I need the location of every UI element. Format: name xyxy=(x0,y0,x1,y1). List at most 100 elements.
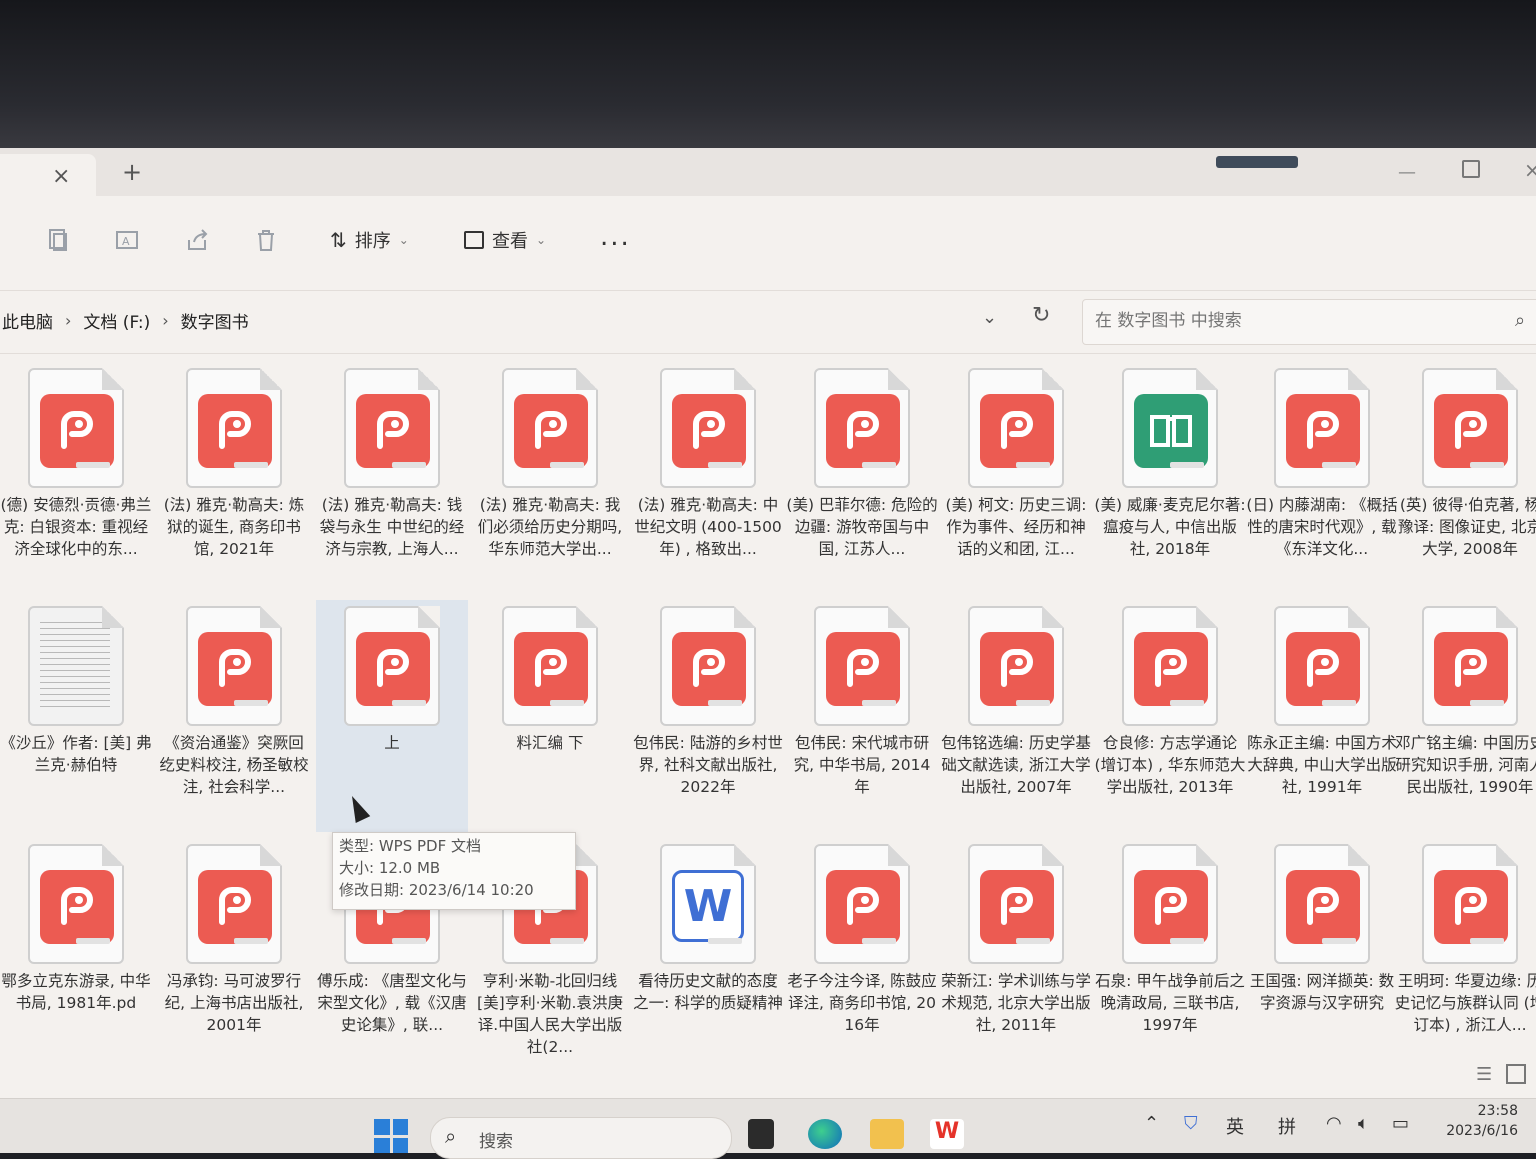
file-item[interactable]: 老子今注今译, 陈鼓应译注, 商务印书馆, 2016年 xyxy=(786,838,938,1070)
tab-current[interactable]: × xyxy=(0,154,96,196)
view-button[interactable]: 查看 ⌄ xyxy=(464,224,546,256)
file-item[interactable]: 包伟民: 宋代城市研究, 中华书局, 2014年 xyxy=(786,600,938,832)
file-name: 包伟民: 陆游的乡村世界, 社科文献出版社, 2022年 xyxy=(633,734,783,796)
sort-icon: ⇅ xyxy=(330,228,347,252)
chevron-right-icon[interactable]: › xyxy=(65,311,71,330)
system-clock[interactable]: 23:58 2023/6/16 xyxy=(1428,1101,1518,1141)
search-icon[interactable]: ⌕ xyxy=(1515,310,1525,331)
battery-icon[interactable]: ▭ xyxy=(1392,1113,1409,1134)
file-item[interactable]: (法) 雅克·勒高夫: 我们必须给历史分期吗, 华东师范大学出... xyxy=(474,362,626,594)
file-item[interactable]: (美) 巴菲尔德: 危险的边疆: 游牧帝国与中国, 江苏人... xyxy=(786,362,938,594)
file-item[interactable]: 包伟铭选编: 历史学基础文献选读, 浙江大学出版社, 2007年 xyxy=(940,600,1092,832)
taskbar-search[interactable]: ⌕ 搜索 xyxy=(430,1117,732,1159)
share-icon[interactable] xyxy=(184,226,212,254)
file-name: (德) 安德烈·贡德·弗兰克: 白银资本: 重视经济全球化中的东... xyxy=(0,496,152,558)
file-name: (法) 雅克·勒高夫: 中世纪文明 (400-1500年) , 格致出... xyxy=(634,496,782,558)
view-icon xyxy=(464,231,484,249)
address-history-chevron-icon[interactable]: ⌄ xyxy=(982,307,997,328)
new-tab-icon[interactable]: + xyxy=(122,158,142,186)
view-label: 查看 xyxy=(492,231,528,252)
file-item[interactable]: 荣新江: 学术训练与学术规范, 北京大学出版社, 2011年 xyxy=(940,838,1092,1070)
security-shield-icon[interactable]: ⛉ xyxy=(1184,1113,1198,1134)
tooltip-modified: 修改日期: 2023/6/14 10:20 xyxy=(339,881,534,899)
file-item[interactable]: (英) 彼得·伯克著, 杨豫译: 图像证史, 北京大学, 2008年 xyxy=(1394,362,1536,594)
file-name: 包伟铭选编: 历史学基础文献选读, 浙江大学出版社, 2007年 xyxy=(941,734,1091,796)
breadcrumb-this-pc[interactable]: 此电脑 xyxy=(0,308,55,333)
ime-language-indicator[interactable]: 英 xyxy=(1226,1113,1244,1139)
file-item[interactable]: 石泉: 甲午战争前后之晚清政局, 三联书店, 1997年 xyxy=(1094,838,1246,1070)
file-item[interactable]: (日) 内藤湖南: 《概括性的唐宋时代观》, 载《东洋文化... xyxy=(1246,362,1398,594)
pdf-icon xyxy=(1274,606,1370,726)
file-item[interactable]: 仓良修: 方志学通论 (增订本) , 华东师范大学出版社, 2013年 xyxy=(1094,600,1246,832)
file-item[interactable]: 陈永正主编: 中国方术大辞典, 中山大学出版社, 1991年 xyxy=(1246,600,1398,832)
chevron-right-icon[interactable]: › xyxy=(162,311,168,330)
delete-icon[interactable] xyxy=(252,226,280,254)
file-item[interactable]: (法) 雅克·勒高夫: 炼狱的诞生, 商务印书馆, 2021年 xyxy=(158,362,310,594)
file-item[interactable]: (美) 柯文: 历史三调: 作为事件、经历和神话的义和团, 江... xyxy=(940,362,1092,594)
task-view-icon[interactable] xyxy=(748,1119,774,1149)
edge-browser-icon[interactable] xyxy=(808,1119,842,1149)
file-item[interactable]: 《资治通鉴》突厥回纥史料校注, 杨圣敏校注, 社会科学... xyxy=(158,600,310,832)
tiles-view-icon[interactable] xyxy=(1506,1064,1526,1084)
file-name: 冯承钧: 马可波罗行纪, 上海书店出版社, 2001年 xyxy=(164,972,304,1034)
file-item[interactable]: 冯承钧: 马可波罗行纪, 上海书店出版社, 2001年 xyxy=(158,838,310,1070)
pdf-icon xyxy=(814,368,910,488)
file-name: (法) 雅克·勒高夫: 钱袋与永生 中世纪的经济与宗教, 上海人... xyxy=(319,496,465,558)
breadcrumb-current-folder[interactable]: 数字图书 xyxy=(179,308,251,333)
file-name: 《资治通鉴》突厥回纥史料校注, 杨圣敏校注, 社会科学... xyxy=(159,734,309,796)
file-item[interactable]: (美) 威廉·麦克尼尔著: 瘟疫与人, 中信出版社, 2018年 xyxy=(1094,362,1246,594)
file-name: (法) 雅克·勒高夫: 我们必须给历史分期吗, 华东师范大学出... xyxy=(477,496,623,558)
sort-button[interactable]: ⇅ 排序 ⌄ xyxy=(330,224,409,256)
file-item[interactable]: 上 xyxy=(316,600,468,832)
maximize-icon[interactable] xyxy=(1462,160,1480,178)
breadcrumb-drive-f[interactable]: 文档 (F:) xyxy=(81,308,152,333)
wps-office-icon[interactable]: W xyxy=(930,1119,964,1149)
file-item[interactable]: (德) 安德烈·贡德·弗兰克: 白银资本: 重视经济全球化中的东... xyxy=(0,362,152,594)
refresh-icon[interactable]: ↻ xyxy=(1032,303,1050,328)
file-item[interactable]: 王国强: 网洋撷英: 数字资源与汉字研究 xyxy=(1246,838,1398,1070)
file-name: (日) 内藤湖南: 《概括性的唐宋时代观》, 载《东洋文化... xyxy=(1246,496,1398,558)
wifi-icon[interactable]: ◠ xyxy=(1326,1113,1342,1134)
tooltip-type: 类型: WPS PDF 文档 xyxy=(339,837,481,855)
search-icon: ⌕ xyxy=(445,1124,457,1148)
search-box[interactable]: ⌕ xyxy=(1082,299,1536,345)
pdf-icon xyxy=(344,368,440,488)
file-item[interactable]: W 看待历史文献的态度之一: 科学的质疑精神 xyxy=(632,838,784,1070)
taskbar: ⌕ 搜索 W ⌃ ⛉ 英 拼 ◠ 🔈︎ ▭ 23:58 2023/6/16 xyxy=(0,1098,1536,1159)
copy-icon[interactable] xyxy=(44,226,72,254)
rename-icon[interactable]: A xyxy=(114,226,142,254)
start-button-windows-icon[interactable] xyxy=(374,1119,408,1153)
file-name: 看待历史文献的态度之一: 科学的质疑精神 xyxy=(633,972,783,1012)
file-name: 鄂多立克东游录, 中华书局, 1981年.pd xyxy=(1,972,151,1012)
file-item[interactable]: 料汇编 下 xyxy=(474,600,626,832)
close-window-icon[interactable]: × xyxy=(1524,158,1536,182)
ime-mode-indicator[interactable]: 拼 xyxy=(1278,1113,1296,1139)
file-name: 仓良修: 方志学通论 (增订本) , 华东师范大学出版社, 2013年 xyxy=(1094,734,1246,796)
file-name: 老子今注今译, 陈鼓应译注, 商务印书馆, 2016年 xyxy=(787,972,937,1034)
file-item[interactable]: 鄂多立克东游录, 中华书局, 1981年.pd xyxy=(0,838,152,1070)
file-explorer-icon[interactable] xyxy=(870,1119,904,1149)
details-view-icon[interactable]: ☰ xyxy=(1476,1064,1492,1085)
file-item[interactable]: 《沙丘》作者: [美] 弗兰克·赫伯特 xyxy=(0,600,152,832)
file-item[interactable]: 邓广铭主编: 中国历史研究知识手册, 河南人民出版社, 1990年 xyxy=(1394,600,1536,832)
pdf-icon xyxy=(1422,844,1518,964)
pdf-icon xyxy=(1422,368,1518,488)
file-item[interactable]: (法) 雅克·勒高夫: 中世纪文明 (400-1500年) , 格致出... xyxy=(632,362,784,594)
file-item[interactable]: 王明珂: 华夏边缘: 历史记忆与族群认同 (增订本) , 浙江人... xyxy=(1394,838,1536,1070)
svg-text:A: A xyxy=(122,235,130,248)
close-tab-icon[interactable]: × xyxy=(52,164,70,189)
show-hidden-icons-chevron-icon[interactable]: ⌃ xyxy=(1144,1113,1159,1134)
taskbar-search-label: 搜索 xyxy=(479,1132,513,1152)
pdf-icon xyxy=(502,606,598,726)
file-item[interactable]: (法) 雅克·勒高夫: 钱袋与永生 中世纪的经济与宗教, 上海人... xyxy=(316,362,468,594)
pdf-icon xyxy=(186,606,282,726)
file-name: 石泉: 甲午战争前后之晚清政局, 三联书店, 1997年 xyxy=(1095,972,1245,1034)
more-options-icon[interactable]: ... xyxy=(600,222,631,252)
minimize-icon[interactable]: — xyxy=(1398,162,1416,183)
pdf-icon xyxy=(186,844,282,964)
volume-icon[interactable]: 🔈︎ xyxy=(1358,1113,1369,1134)
file-item[interactable]: 包伟民: 陆游的乡村世界, 社科文献出版社, 2022年 xyxy=(632,600,784,832)
search-input[interactable] xyxy=(1093,310,1497,332)
pdf-icon xyxy=(28,368,124,488)
file-name: (美) 柯文: 历史三调: 作为事件、经历和神话的义和团, 江... xyxy=(945,496,1087,558)
